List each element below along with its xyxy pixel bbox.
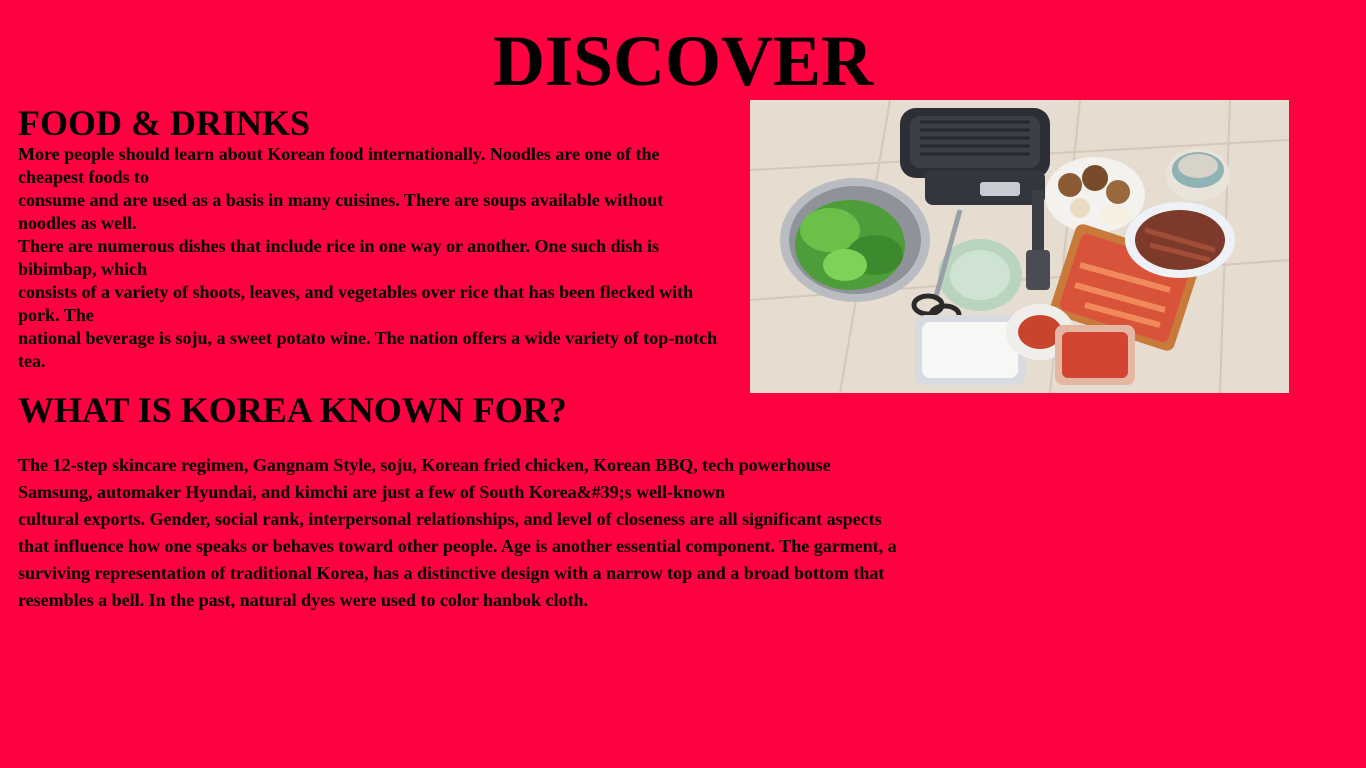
food-drinks-section: FOOD & DRINKS More people should learn a…: [18, 103, 718, 373]
korea-known-for-heading: WHAT IS KOREA KNOWN FOR?: [18, 390, 567, 430]
page-title: DISCOVER: [492, 21, 874, 101]
korea-known-for-line: The 12-step skincare regimen, Gangnam St…: [18, 455, 831, 502]
food-drinks-line: More people should learn about Korean fo…: [18, 144, 660, 187]
food-drinks-line: consume and are used as a basis in many …: [18, 190, 664, 233]
korea-known-for-text: The 12-step skincare regimen, Gangnam St…: [18, 452, 898, 614]
korea-known-for-line: cultural exports. Gender, social rank, i…: [18, 509, 897, 610]
food-drinks-line: There are numerous dishes that include r…: [18, 236, 660, 279]
food-drinks-line: national beverage is soju, a sweet potat…: [18, 328, 718, 371]
food-drinks-line: consists of a variety of shoots, leaves,…: [18, 282, 694, 325]
food-drinks-heading: FOOD & DRINKS: [18, 103, 311, 143]
food-drinks-text: More people should learn about Korean fo…: [18, 143, 718, 373]
korean-bbq-photo: [750, 100, 1289, 393]
korea-known-for-section: WHAT IS KOREA KNOWN FOR? The 12-step ski…: [18, 390, 898, 614]
